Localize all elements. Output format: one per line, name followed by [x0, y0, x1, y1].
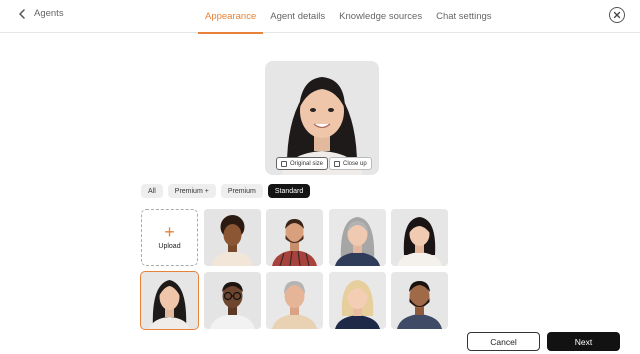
avatar-man-beard-plaid-shirt[interactable]: [266, 209, 323, 266]
avatar-older-man-gray-hair[interactable]: [266, 272, 323, 329]
avatar-woman-curly-hair[interactable]: [204, 209, 261, 266]
plus-icon: +: [164, 222, 175, 242]
avatar-image: [391, 209, 448, 266]
next-button[interactable]: Next: [547, 332, 620, 351]
avatar-asian-woman-long-hair[interactable]: [140, 271, 199, 330]
filter-premium-plus[interactable]: Premium +: [167, 184, 216, 198]
avatar-preview: Original size Close up: [265, 61, 379, 175]
close-up-button[interactable]: Close up: [329, 157, 372, 170]
avatar-woman-dark-bob[interactable]: [391, 209, 448, 266]
avatar-blonde-woman[interactable]: [329, 272, 386, 329]
avatar-image: [204, 272, 261, 329]
avatar-filter-chips: All Premium + Premium Standard: [141, 184, 311, 198]
original-size-button[interactable]: Original size: [276, 157, 329, 170]
close-icon: [613, 11, 621, 19]
original-size-icon: [281, 160, 287, 167]
chevron-left-icon: [19, 8, 25, 19]
filter-all[interactable]: All: [141, 184, 163, 198]
upload-label: Upload: [158, 243, 181, 250]
filter-premium[interactable]: Premium: [220, 184, 263, 198]
avatar-image: [329, 272, 386, 329]
filter-standard[interactable]: Standard: [267, 184, 311, 198]
back-to-agents-link[interactable]: Agents: [18, 8, 64, 19]
top-bar: Agents Appearance Agent details Knowledg…: [0, 0, 640, 34]
avatar-image: [141, 272, 198, 329]
avatar-image: [329, 209, 386, 266]
tab-chat-settings[interactable]: Chat settings: [429, 0, 498, 33]
close-button[interactable]: [609, 7, 625, 23]
avatar-man-dark-beard[interactable]: [391, 272, 448, 329]
back-label: Agents: [34, 8, 64, 19]
cancel-button[interactable]: Cancel: [467, 332, 540, 351]
avatar-image: [266, 209, 323, 266]
avatar-older-woman-gray-hair[interactable]: [329, 209, 386, 266]
tab-appearance[interactable]: Appearance: [198, 0, 264, 34]
avatar-man-glasses[interactable]: [204, 272, 261, 329]
close-up-icon: [334, 160, 340, 167]
tab-agent-details[interactable]: Agent details: [263, 0, 332, 33]
tab-bar: Appearance Agent details Knowledge sourc…: [198, 0, 499, 34]
avatar-image: [391, 272, 448, 329]
original-size-label: Original size: [290, 160, 324, 167]
tab-knowledge-sources[interactable]: Knowledge sources: [332, 0, 429, 33]
close-up-label: Close up: [343, 160, 367, 167]
avatar-image: [204, 209, 261, 266]
avatar-image: [266, 272, 323, 329]
upload-avatar-button[interactable]: + Upload: [141, 209, 198, 266]
